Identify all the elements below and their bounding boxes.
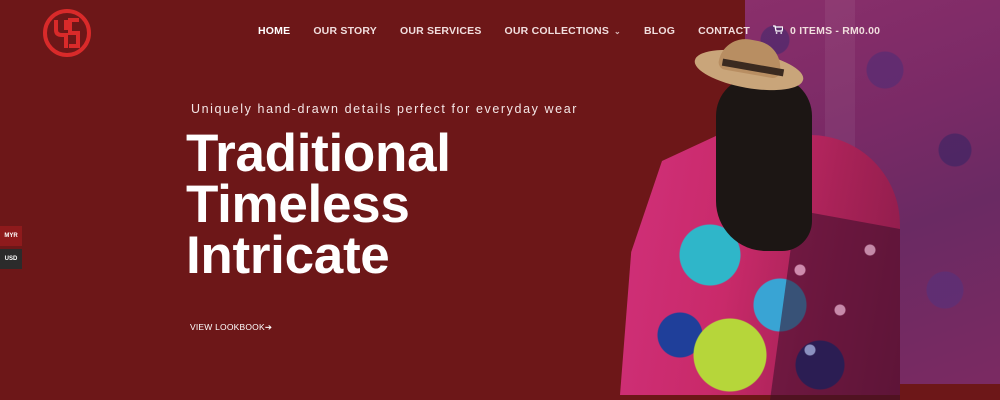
nav-contact-label: CONTACT [698,25,751,37]
cart-icon [773,25,784,37]
headline-line-3: Intricate [186,226,390,285]
hero-headline: Traditional Timeless Intricate [186,124,451,285]
brand-logo[interactable] [42,8,92,58]
nav-our-services[interactable]: OUR SERVICES [400,25,482,37]
currency-myr-button[interactable]: MYR [0,226,22,246]
headline-line-1: Traditional [186,124,451,183]
nav-our-collections[interactable]: OUR COLLECTIONS ⌄ [505,25,621,37]
hero-tagline: Uniquely hand-drawn details perfect for … [191,102,579,116]
currency-usd-button[interactable]: USD [0,249,22,269]
nav-contact[interactable]: CONTACT [698,25,750,37]
nav-our-services-label: OUR SERVICES [399,25,482,37]
view-lookbook-label: VIEW LOOKBOOK [190,322,265,332]
model-hair [716,76,812,251]
nav-our-story-label: OUR STORY [313,25,377,37]
hero-model-image [620,34,940,400]
nav-our-story[interactable]: OUR STORY [313,25,377,37]
nav-home[interactable]: HOME [258,25,290,37]
nav-blog-label: BLOG [643,25,676,37]
cart-summary: 0 ITEMS - RM0.00 [790,25,881,37]
currency-switcher: MYR USD [0,226,22,272]
ys-monogram-icon [43,9,91,57]
nav-blog[interactable]: BLOG [644,25,675,37]
chevron-down-icon: ⌄ [614,26,621,36]
nav-our-collections-label: OUR COLLECTIONS [504,25,610,37]
nav-home-label: HOME [258,25,291,37]
cart-link[interactable]: 0 ITEMS - RM0.00 [773,25,880,37]
view-lookbook-link[interactable]: VIEW LOOKBOOK➔ [190,322,272,333]
main-nav: HOME OUR STORY OUR SERVICES OUR COLLECTI… [258,25,903,37]
arrow-right-icon: ➔ [264,322,273,332]
headline-line-2: Timeless [186,175,410,234]
